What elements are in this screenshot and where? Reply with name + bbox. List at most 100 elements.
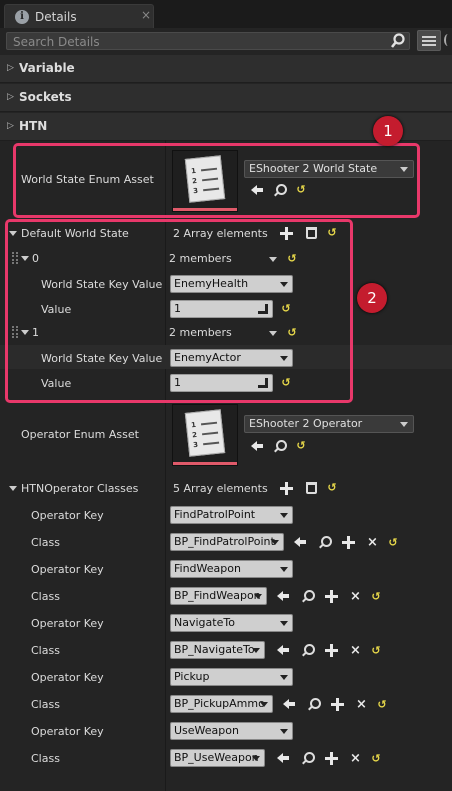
category-label: Sockets xyxy=(19,90,72,104)
clear-icon[interactable]: × xyxy=(349,644,362,657)
eye-icon[interactable] xyxy=(444,34,452,46)
new-blueprint-icon[interactable] xyxy=(342,536,355,549)
use-selected-icon[interactable] xyxy=(277,644,289,656)
chevron-down-icon xyxy=(252,756,260,761)
combo-value: BP_FindWeapon xyxy=(174,589,261,602)
class-label: Class xyxy=(31,536,60,549)
use-selected-icon[interactable] xyxy=(294,536,306,548)
chevron-down-icon xyxy=(280,675,288,680)
operator-key-label: Operator Key xyxy=(31,671,104,684)
category-variable[interactable]: ▷ Variable xyxy=(0,55,452,83)
chevron-down-icon xyxy=(280,621,288,626)
category-sockets[interactable]: ▷ Sockets xyxy=(0,84,452,112)
class-combo[interactable]: BP_UseWeapon xyxy=(170,749,265,767)
operator-key-combo[interactable]: FindWeapon xyxy=(170,560,293,578)
combo-value: BP_FindPatrolPoint xyxy=(174,535,275,548)
annotation-badge-2: 2 xyxy=(357,283,387,313)
use-selected-icon[interactable] xyxy=(277,590,289,602)
highlight-box-1 xyxy=(13,143,420,218)
highlight-box-2 xyxy=(5,219,353,403)
class-combo[interactable]: BP_NavigateTo xyxy=(170,641,265,659)
operator-enum-label: Operator Enum Asset xyxy=(21,428,139,441)
htn-operator-classes-label: HTNOperator Classes xyxy=(21,482,139,495)
operator-enum-dropdown[interactable]: EShooter 2 Operator xyxy=(244,415,414,433)
operator-key-label: Operator Key xyxy=(31,725,104,738)
class-label: Class xyxy=(31,698,60,711)
operator-key-combo[interactable]: NavigateTo xyxy=(170,614,293,632)
search-icon[interactable] xyxy=(390,33,406,49)
expand-arrow-icon: ▷ xyxy=(7,92,14,102)
close-icon[interactable]: × xyxy=(141,8,151,22)
asset-type-bar xyxy=(173,462,237,465)
clear-icon[interactable]: × xyxy=(355,698,368,711)
use-selected-icon[interactable] xyxy=(277,752,289,764)
browse-icon[interactable] xyxy=(304,752,315,763)
tab-details[interactable]: i Details × xyxy=(4,4,154,28)
chevron-down-icon xyxy=(280,729,288,734)
clear-icon[interactable]: × xyxy=(366,536,379,549)
expand-arrow-icon: ▷ xyxy=(7,63,14,73)
class-combo[interactable]: BP_PickupAmmo xyxy=(170,695,273,713)
annotation-badge-1: 1 xyxy=(373,116,403,146)
info-icon: i xyxy=(15,10,29,24)
dropdown-value: EShooter 2 Operator xyxy=(249,417,363,430)
enum-asset-icon: 1 2 3 xyxy=(184,409,226,457)
reset-icon[interactable]: ↺ xyxy=(387,537,399,549)
combo-value: BP_UseWeapon xyxy=(174,751,259,764)
new-blueprint-icon[interactable] xyxy=(331,698,344,711)
add-element-icon[interactable] xyxy=(280,482,293,495)
class-label: Class xyxy=(31,752,60,765)
new-blueprint-icon[interactable] xyxy=(325,590,338,603)
browse-icon[interactable] xyxy=(310,698,321,709)
operator-key-combo[interactable]: UseWeapon xyxy=(170,722,293,740)
reset-icon[interactable]: ↺ xyxy=(295,440,307,452)
combo-value: BP_NavigateTo xyxy=(174,643,255,656)
browse-icon[interactable] xyxy=(304,590,315,601)
reset-icon[interactable]: ↺ xyxy=(326,482,338,494)
chevron-down-icon xyxy=(400,422,408,427)
expand-arrow-icon: ▷ xyxy=(7,121,14,131)
tab-label: Details xyxy=(35,10,77,24)
chevron-down-icon xyxy=(254,594,262,599)
chevron-down-icon xyxy=(252,648,260,653)
use-selected-icon[interactable] xyxy=(283,698,295,710)
combo-value: NavigateTo xyxy=(174,616,235,629)
operator-key-label: Operator Key xyxy=(31,563,104,576)
search-input[interactable]: Search Details xyxy=(6,32,410,50)
new-blueprint-icon[interactable] xyxy=(325,752,338,765)
new-blueprint-icon[interactable] xyxy=(325,644,338,657)
class-label: Class xyxy=(31,590,60,603)
browse-icon[interactable] xyxy=(321,536,332,547)
reset-icon[interactable]: ↺ xyxy=(376,699,388,711)
class-label: Class xyxy=(31,644,60,657)
operator-key-label: Operator Key xyxy=(31,509,104,522)
chevron-down-icon xyxy=(280,567,288,572)
clear-icon[interactable]: × xyxy=(349,752,362,765)
view-options-button[interactable] xyxy=(417,30,441,51)
combo-value: FindPatrolPoint xyxy=(174,508,256,521)
combo-value: Pickup xyxy=(174,670,210,683)
search-placeholder: Search Details xyxy=(13,35,100,49)
operator-key-label: Operator Key xyxy=(31,617,104,630)
use-selected-icon[interactable] xyxy=(251,440,263,452)
chevron-down-icon xyxy=(260,702,268,707)
operator-key-combo[interactable]: Pickup xyxy=(170,668,293,686)
expand-arrow-icon[interactable] xyxy=(9,486,17,491)
browse-icon[interactable] xyxy=(304,644,315,655)
class-combo[interactable]: BP_FindWeapon xyxy=(170,587,267,605)
operator-key-combo[interactable]: FindPatrolPoint xyxy=(170,506,293,524)
chevron-down-icon xyxy=(271,540,279,545)
trash-icon[interactable] xyxy=(306,482,317,494)
array-count: 5 Array elements xyxy=(173,482,268,495)
clear-icon[interactable]: × xyxy=(349,590,362,603)
chevron-down-icon xyxy=(280,513,288,518)
tab-bar: i Details × xyxy=(0,0,452,30)
asset-thumbnail[interactable]: 1 2 3 xyxy=(172,404,238,466)
browse-icon[interactable] xyxy=(276,440,287,451)
reset-icon[interactable]: ↺ xyxy=(370,753,382,765)
class-combo[interactable]: BP_FindPatrolPoint xyxy=(170,533,284,551)
combo-value: BP_PickupAmmo xyxy=(174,697,265,710)
reset-icon[interactable]: ↺ xyxy=(370,591,382,603)
combo-value: FindWeapon xyxy=(174,562,241,575)
reset-icon[interactable]: ↺ xyxy=(370,645,382,657)
